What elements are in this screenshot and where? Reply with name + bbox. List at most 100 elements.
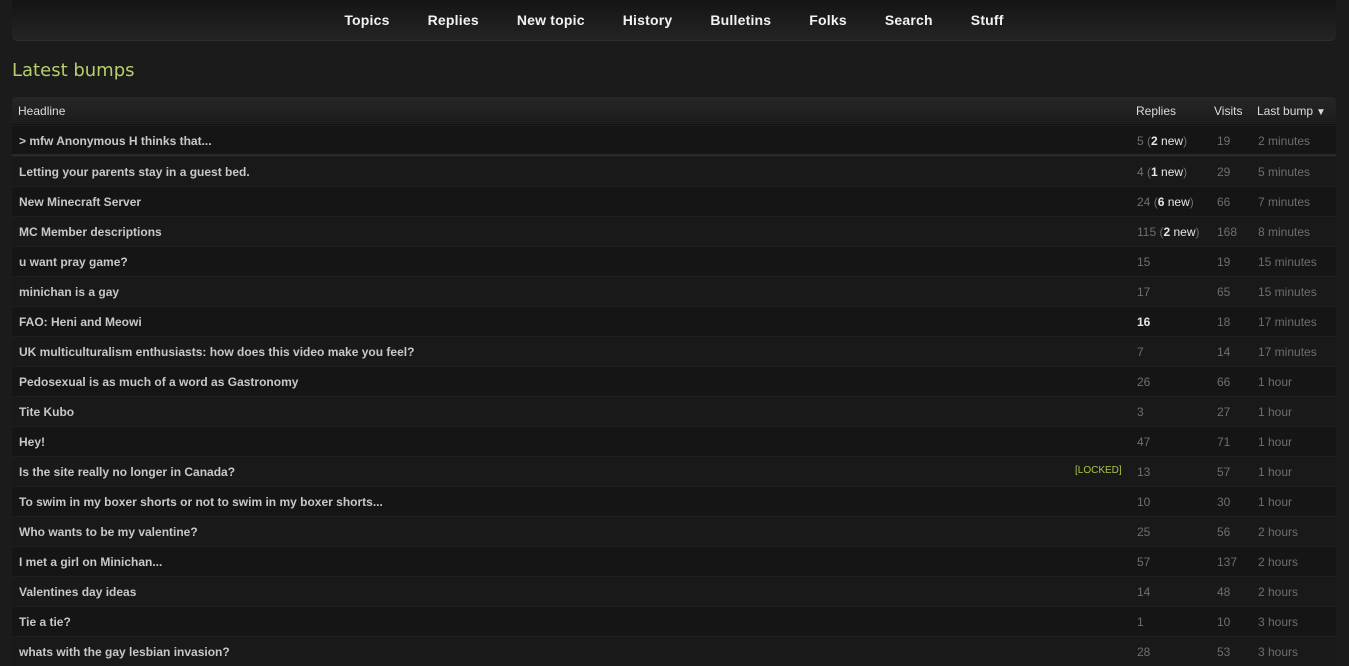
nav-replies[interactable]: Replies	[428, 12, 479, 28]
table-row[interactable]: Pedosexual is as much of a word as Gastr…	[12, 366, 1336, 396]
reply-count: 4 (1 new)	[1137, 165, 1188, 179]
table-row[interactable]: minichan is a gay 17 65 15 minutes	[12, 276, 1336, 306]
topic-headline-link[interactable]: Valentines day ideas	[19, 585, 136, 599]
reply-count: 14	[1137, 585, 1150, 599]
last-bump-time: 17 minutes	[1258, 315, 1317, 329]
topic-headline-link[interactable]: UK multiculturalism enthusiasts: how doe…	[19, 345, 414, 359]
last-bump-time: 1 hour	[1258, 435, 1293, 449]
top-navigation: Topics Replies New topic History Bulletins Fo…	[12, 0, 1336, 40]
new-reply-count[interactable]: 2	[1151, 134, 1158, 148]
nav-topics[interactable]: Topics	[344, 12, 389, 28]
topic-headline-link[interactable]: u want pray game?	[19, 255, 128, 269]
topic-headline-link[interactable]: Tite Kubo	[19, 405, 74, 419]
column-header-replies[interactable]: Replies	[1136, 104, 1176, 118]
reply-count: 26	[1137, 375, 1150, 389]
table-row[interactable]: Tie a tie? 1 10 3 hours	[12, 606, 1336, 636]
visit-count: 65	[1217, 285, 1231, 299]
nav-folks[interactable]: Folks	[809, 12, 847, 28]
table-row[interactable]: Who wants to be my valentine? 25 56 2 hours	[12, 516, 1336, 546]
last-bump-time: 3 hours	[1258, 645, 1299, 659]
topic-headline-link[interactable]: Hey!	[19, 435, 45, 449]
nav-history[interactable]: History	[623, 12, 673, 28]
new-reply-count[interactable]: 1	[1151, 165, 1158, 179]
topic-headline-link[interactable]: Tie a tie?	[19, 615, 71, 629]
topic-headline-link[interactable]: minichan is a gay	[19, 285, 119, 299]
reply-count: 57	[1137, 555, 1150, 569]
reply-count-value: 115	[1137, 225, 1157, 239]
table-row[interactable]: Tite Kubo 3 27 1 hour	[12, 396, 1336, 426]
reply-count: 3	[1137, 405, 1144, 419]
table-row[interactable]: > mfw Anonymous H thinks that... 5 (2 new…	[12, 125, 1336, 156]
column-header-headline[interactable]: Headline	[18, 104, 65, 118]
reply-count-value: 28	[1137, 645, 1151, 659]
nav-bulletins[interactable]: Bulletins	[710, 12, 771, 28]
last-bump-time: 1 hour	[1258, 405, 1293, 419]
topic-headline-link[interactable]: To swim in my boxer shorts or not to swi…	[19, 495, 383, 509]
reply-count-value: 10	[1137, 495, 1151, 509]
table-row[interactable]: whats with the gay lesbian invasion? 28 53…	[12, 636, 1336, 666]
table-row[interactable]: FAO: Heni and Meowi 16 18 17 minutes	[12, 306, 1336, 336]
last-bump-time: 15 minutes	[1258, 285, 1317, 299]
visit-count: 29	[1217, 165, 1231, 179]
visit-count: 14	[1217, 345, 1231, 359]
table-row[interactable]: Is the site really no longer in Canada? […	[12, 456, 1336, 486]
reply-count-value: 24	[1137, 195, 1151, 209]
reply-count: 7	[1137, 345, 1144, 359]
table-row[interactable]: Letting your parents stay in a guest bed…	[12, 156, 1336, 186]
table-row[interactable]: New Minecraft Server 24 (6 new) 66 7 minute…	[12, 186, 1336, 216]
table-row[interactable]: MC Member descriptions 115 (2 new) 168 8 mi…	[12, 216, 1336, 246]
topic-headline-link[interactable]: Letting your parents stay in a guest bed…	[19, 165, 250, 179]
visit-count: 137	[1217, 555, 1238, 569]
reply-count-value: 13	[1137, 465, 1151, 479]
reply-count: 47	[1137, 435, 1150, 449]
topic-headline-link[interactable]: whats with the gay lesbian invasion?	[19, 645, 230, 659]
reply-count-value: 47	[1137, 435, 1151, 449]
reply-count-value: 57	[1137, 555, 1151, 569]
reply-count: 1	[1137, 615, 1144, 629]
table-row[interactable]: I met a girl on Minichan... 57 137 2 hours	[12, 546, 1336, 576]
topic-headline-link[interactable]: Pedosexual is as much of a word as Gastr…	[19, 375, 298, 389]
reply-count-value: 25	[1137, 525, 1151, 539]
last-bump-time: 8 minutes	[1258, 225, 1311, 239]
table-row[interactable]: Hey! 47 71 1 hour	[12, 426, 1336, 456]
table-row[interactable]: u want pray game? 15 19 15 minutes	[12, 246, 1336, 276]
visit-count: 48	[1217, 585, 1231, 599]
visit-count: 30	[1217, 495, 1231, 509]
last-bump-time: 7 minutes	[1258, 195, 1311, 209]
locked-badge: [LOCKED]	[1075, 465, 1122, 476]
last-bump-time: 1 hour	[1258, 495, 1293, 509]
column-header-visits[interactable]: Visits	[1214, 104, 1242, 118]
reply-count-value: 17	[1137, 285, 1151, 299]
topic-headline-link[interactable]: Who wants to be my valentine?	[19, 525, 198, 539]
topic-headline-link[interactable]: New Minecraft Server	[19, 195, 141, 209]
visit-count: 19	[1217, 134, 1231, 148]
table-header: Headline Replies Visits Last bump ▼	[12, 97, 1336, 125]
table-row[interactable]: To swim in my boxer shorts or not to swi…	[12, 486, 1336, 516]
nav-search[interactable]: Search	[885, 12, 933, 28]
reply-count: 25	[1137, 525, 1150, 539]
last-bump-label: Last bump	[1257, 104, 1314, 118]
topic-headline-link[interactable]: Is the site really no longer in Canada?	[19, 465, 235, 479]
visit-count: 27	[1217, 405, 1231, 419]
reply-count-value: 26	[1137, 375, 1151, 389]
nav-links: Topics Replies New topic History Bulletins Fo…	[12, 12, 1336, 28]
last-bump-time: 2 minutes	[1258, 134, 1311, 148]
last-bump-time: 2 hours	[1258, 525, 1299, 539]
nav-stuff[interactable]: Stuff	[971, 12, 1004, 28]
column-header-last-bump[interactable]: Last bump ▼	[1257, 104, 1326, 118]
table-row[interactable]: Valentines day ideas 14 48 2 hours	[12, 576, 1336, 606]
topic-headline-link[interactable]: > mfw Anonymous H thinks that...	[19, 134, 212, 148]
visit-count: 57	[1217, 465, 1231, 479]
topic-headline-link[interactable]: I met a girl on Minichan...	[19, 555, 162, 569]
reply-count-value: 5	[1137, 134, 1144, 148]
visit-count: 56	[1217, 525, 1231, 539]
table-row[interactable]: UK multiculturalism enthusiasts: how doe…	[12, 336, 1336, 366]
topic-headline-link[interactable]: MC Member descriptions	[19, 225, 162, 239]
topics-table: Headline Replies Visits Last bump ▼ > mfw…	[12, 97, 1336, 666]
topic-headline-link[interactable]: FAO: Heni and Meowi	[19, 315, 142, 329]
visit-count: 168	[1217, 225, 1238, 239]
visit-count: 71	[1217, 435, 1231, 449]
nav-new-topic[interactable]: New topic	[517, 12, 585, 28]
last-bump-time: 1 hour	[1258, 375, 1293, 389]
reply-count: 28	[1137, 645, 1150, 659]
